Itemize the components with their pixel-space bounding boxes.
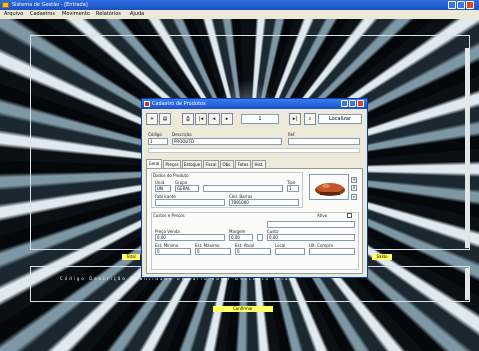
tab-estoque[interactable]: Estoque (182, 160, 202, 168)
minimize-button[interactable] (448, 1, 456, 9)
cost-section-label: Custos e Preços (153, 213, 185, 218)
dialog-title: Cadastro de Produtos (152, 101, 206, 107)
product-data-label: Dados do Produto (153, 173, 189, 178)
dialog-icon (144, 101, 150, 107)
header-separator (148, 148, 360, 153)
dialog-close-button[interactable] (357, 100, 364, 107)
balance-tag: Saldo (372, 254, 392, 260)
dialog-titlebar: Cadastro de Produtos (142, 99, 367, 109)
unit-field[interactable]: UN (155, 185, 171, 192)
current-stock-field[interactable]: 0 (235, 248, 271, 255)
description-field[interactable]: PRODUTO (172, 138, 282, 145)
background-grid-scrollbar[interactable] (465, 268, 469, 300)
type-field[interactable]: 1 (287, 185, 299, 192)
margin-field[interactable]: 0,00 (229, 234, 253, 241)
location-field[interactable] (275, 248, 305, 255)
barcode-field[interactable]: 7891000 (229, 199, 299, 206)
window-titlebar: Sistema de Gestão - [Entrada] (0, 0, 479, 10)
product-dialog: Cadastro de Produtos + ▤ ⎙ |◂ ◂ ▸ 1 ▸| ⌕… (141, 98, 368, 278)
group-description-field[interactable] (203, 185, 283, 192)
price-table-field[interactable] (267, 221, 355, 228)
last-record-button[interactable]: ▸| (289, 113, 301, 125)
search-icon[interactable]: ⌕ (304, 113, 316, 125)
tab-panel-geral: Dados do Produto Unid. UN Grupo GERAL Ti… (146, 168, 363, 274)
tab-precos[interactable]: Preços (163, 160, 181, 168)
photo-load-button[interactable]: + (351, 177, 357, 183)
max-stock-field[interactable]: 0 (195, 248, 231, 255)
group-field[interactable]: GERAL (175, 185, 199, 192)
product-image (310, 175, 348, 199)
total-tag: Total (122, 254, 140, 260)
tab-hist[interactable]: Hist. (252, 160, 266, 168)
close-button[interactable] (466, 1, 474, 9)
background-scrollbar[interactable] (465, 48, 469, 248)
last-purchase-field[interactable] (309, 248, 355, 255)
first-record-button[interactable]: |◂ (195, 113, 207, 125)
dialog-minimize-button[interactable] (341, 100, 348, 107)
menu-item-ajuda[interactable]: Ajuda (130, 11, 144, 17)
tab-fiscal[interactable]: Fiscal (203, 160, 219, 168)
manufacturer-field[interactable] (155, 199, 225, 206)
menu-bar: Arquivo Cadastros Movimento Relatórios A… (0, 10, 479, 19)
description-label: Descrição (172, 132, 192, 137)
photo-zoom-icon[interactable]: ⌕ (351, 194, 357, 200)
tab-geral[interactable]: Geral (146, 159, 162, 168)
app-icon (2, 2, 9, 8)
window-title: Sistema de Gestão - [Entrada] (12, 2, 88, 8)
next-record-button[interactable]: ▸ (221, 113, 233, 125)
print-button[interactable]: ⎙ (182, 113, 194, 125)
dialog-maximize-button[interactable] (349, 100, 356, 107)
menu-item-arquivo[interactable]: Arquivo (4, 11, 23, 17)
maximize-button[interactable] (457, 1, 465, 9)
margin-spin[interactable] (257, 234, 263, 241)
tab-obs[interactable]: Obs. (220, 160, 234, 168)
prev-record-button[interactable]: ◂ (208, 113, 220, 125)
code-field[interactable]: 1 (148, 138, 168, 145)
save-button[interactable]: ▤ (159, 113, 171, 125)
product-photo (309, 174, 349, 200)
new-button[interactable]: + (146, 113, 158, 125)
dialog-toolbar: + ▤ ⎙ |◂ ◂ ▸ 1 ▸| ⌕ Localizar (146, 113, 363, 127)
confirm-button[interactable]: Confirmar (213, 306, 273, 312)
search-button[interactable]: Localizar (318, 114, 362, 124)
photo-clear-button[interactable]: × (351, 185, 357, 191)
price-field[interactable]: 0,00 (155, 234, 225, 241)
menu-item-relatorios[interactable]: Relatórios (96, 11, 121, 17)
tab-fotos[interactable]: Fotos (235, 160, 251, 168)
ref-label: Ref. (288, 132, 296, 137)
cost-field[interactable]: 0,00 (267, 234, 355, 241)
min-stock-field[interactable]: 0 (155, 248, 191, 255)
record-number-field[interactable]: 1 (241, 114, 279, 124)
menu-item-movimento[interactable]: Movimento (62, 11, 90, 17)
menu-item-cadastros[interactable]: Cadastros (30, 11, 55, 17)
active-label: Ativo (317, 213, 328, 218)
active-checkbox[interactable] (347, 213, 352, 218)
ref-field[interactable] (288, 138, 360, 145)
code-label: Código (148, 132, 162, 137)
